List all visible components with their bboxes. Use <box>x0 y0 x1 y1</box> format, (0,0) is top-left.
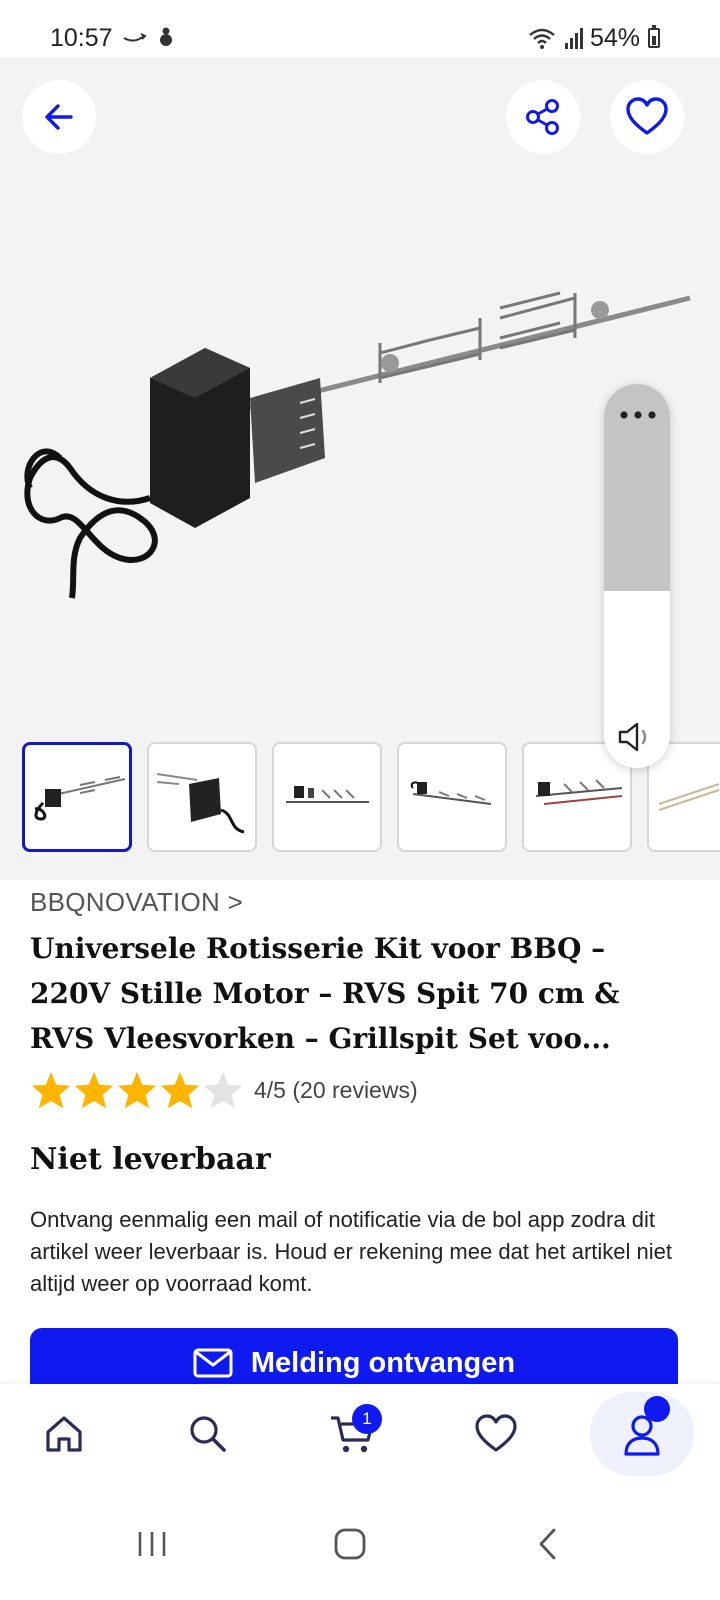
system-back-button[interactable] <box>508 1514 588 1574</box>
bottom-navigation: 1 <box>0 1384 720 1494</box>
star-empty-icon <box>203 1071 243 1109</box>
rating-stars <box>30 1070 244 1110</box>
more-options-icon[interactable] <box>618 410 658 420</box>
recent-apps-icon <box>138 1532 166 1556</box>
recent-apps-button[interactable] <box>112 1514 192 1574</box>
rating-summary[interactable]: 4/5 (20 reviews) <box>254 1077 418 1104</box>
cart-badge: 1 <box>352 1404 382 1434</box>
status-time: 10:57 <box>50 24 113 52</box>
signal-icon <box>564 28 583 49</box>
mail-icon <box>193 1348 233 1378</box>
thumbnail[interactable] <box>397 742 507 852</box>
account-notification-dot <box>644 1396 670 1422</box>
nav-cart[interactable] <box>302 1384 402 1484</box>
battery-percentage: 54% <box>589 23 640 52</box>
share-button[interactable] <box>506 80 580 154</box>
star-icon <box>160 1071 200 1109</box>
nav-home[interactable] <box>14 1384 114 1484</box>
wifi-icon <box>529 28 555 49</box>
status-indicators: 54% <box>528 24 660 52</box>
search-icon <box>190 1416 226 1452</box>
star-icon <box>31 1071 71 1109</box>
star-icon <box>117 1071 157 1109</box>
brand-link[interactable]: BBQNOVATION > <box>30 887 243 918</box>
notification-icons <box>123 27 172 46</box>
product-title: Universele Rotisserie Kit voor BBQ – 220… <box>30 932 620 1055</box>
thumbnail[interactable] <box>272 742 382 852</box>
chevron-left-icon <box>539 1528 556 1560</box>
heart-icon <box>475 1414 517 1452</box>
volume-slider[interactable] <box>604 384 670 768</box>
notify-me-label: Melding ontvangen <box>250 1346 516 1379</box>
back-button[interactable] <box>22 80 96 154</box>
nav-search[interactable] <box>158 1384 258 1484</box>
status-bar: 10:57 54% <box>0 0 720 58</box>
heart-icon <box>626 97 668 135</box>
home-button[interactable] <box>310 1514 390 1574</box>
home-circle-icon <box>334 1528 366 1560</box>
battery-icon <box>648 25 660 48</box>
thumbnail[interactable] <box>22 742 132 852</box>
speaker-icon[interactable] <box>617 720 657 754</box>
thumbnail[interactable] <box>147 742 257 852</box>
star-icon <box>74 1071 114 1109</box>
availability-status: Niet leverbaar <box>30 1142 271 1177</box>
share-icon <box>526 99 559 135</box>
product-rating[interactable]: 4/5 (20 reviews) <box>30 1070 418 1110</box>
system-navigation-bar <box>0 1494 720 1600</box>
home-icon <box>46 1416 82 1452</box>
favorite-button[interactable] <box>610 80 684 154</box>
availability-description: Ontvang eenmalig een mail of notificatie… <box>30 1207 672 1296</box>
nav-wishlist[interactable] <box>446 1384 546 1484</box>
nav-account[interactable] <box>590 1392 694 1476</box>
arrow-left-icon <box>45 104 73 130</box>
